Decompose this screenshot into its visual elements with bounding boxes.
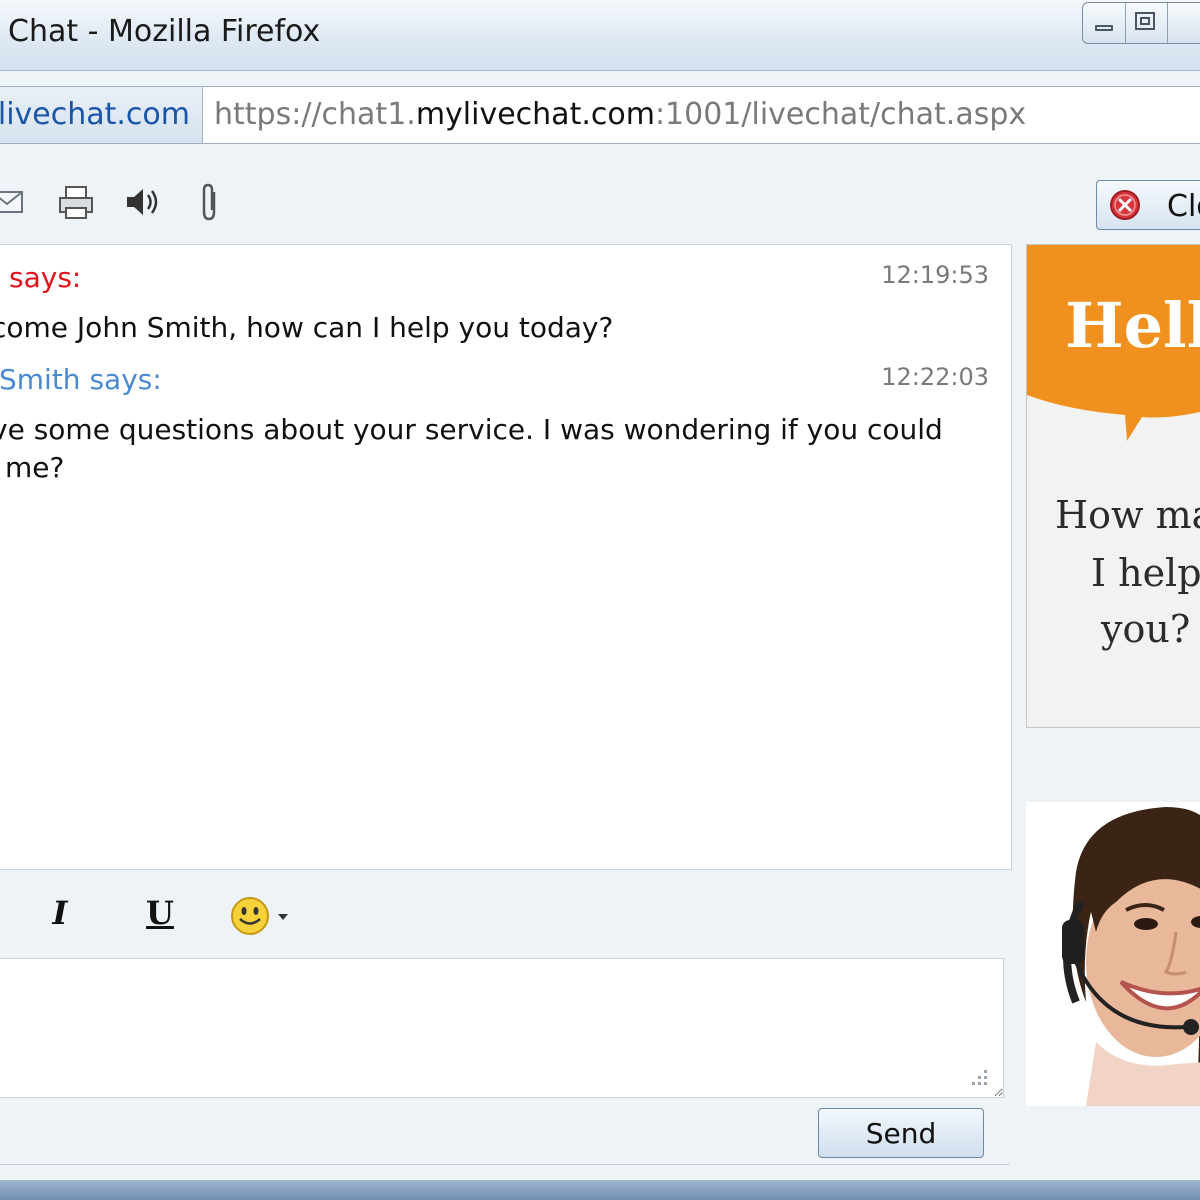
- send-button[interactable]: Send: [818, 1108, 984, 1158]
- site-identity-label: mylivechat.com: [0, 97, 190, 132]
- message-sender: Smith says:: [0, 363, 162, 396]
- message-text: ve some questions about your service. I …: [0, 413, 943, 446]
- email-icon[interactable]: [0, 182, 28, 222]
- promo-line-1: How may: [1055, 493, 1200, 537]
- underline-button[interactable]: U: [140, 894, 180, 938]
- window-title-bar: Chat - Mozilla Firefox: [0, 0, 1200, 71]
- chat-toolbar: Close: [0, 160, 1200, 242]
- maximize-button[interactable]: [1125, 3, 1168, 43]
- message-header: says: 12:19:53: [0, 261, 999, 297]
- url-host: mylivechat.com: [415, 97, 655, 132]
- message-text: come John Smith, how can I help you toda…: [0, 311, 614, 344]
- print-icon[interactable]: [56, 182, 96, 222]
- speaker-icon[interactable]: [122, 182, 162, 222]
- message-text: me?: [5, 451, 65, 484]
- message-input[interactable]: [0, 958, 1004, 1098]
- paperclip-icon[interactable]: [190, 182, 230, 222]
- promo-line-3: you?: [1101, 607, 1191, 651]
- window-controls: [1082, 2, 1200, 44]
- minimize-icon: [1095, 25, 1113, 31]
- promo-panel: Hello How may I help you?: [1026, 244, 1200, 728]
- smiley-icon: [231, 897, 288, 935]
- divider: [0, 1164, 1010, 1165]
- agent-photo: [1026, 802, 1200, 1106]
- maximize-icon: [1135, 12, 1155, 30]
- format-toolbar: I U: [0, 880, 1010, 952]
- url-suffix: :1001/livechat/chat.aspx: [654, 97, 1027, 132]
- window-bottom-border: [0, 1180, 1200, 1200]
- message-sender: says:: [9, 261, 82, 294]
- message-time: 12:22:03: [881, 363, 989, 391]
- address-bar[interactable]: mylivechat.com https://chat1.mylivechat.…: [0, 86, 1200, 144]
- window-title: Chat - Mozilla Firefox: [8, 14, 321, 49]
- resize-grip-icon[interactable]: [966, 1066, 990, 1090]
- promo-hello: Hello: [1065, 289, 1200, 362]
- chat-log[interactable]: says: 12:19:53 come John Smith, how can …: [0, 244, 1012, 870]
- message-header: Smith says: 12:22:03: [0, 363, 999, 399]
- message-time: 12:19:53: [881, 261, 989, 289]
- italic-button[interactable]: I: [40, 894, 80, 938]
- emoticon-button[interactable]: [228, 894, 296, 938]
- site-identity-button[interactable]: mylivechat.com: [0, 87, 203, 143]
- promo-line-2: I help: [1091, 551, 1200, 595]
- close-icon: [1110, 190, 1140, 220]
- url-prefix: https://chat1.: [214, 97, 416, 132]
- close-chat-button[interactable]: Close: [1096, 180, 1200, 230]
- chevron-down-icon: [278, 914, 288, 920]
- url-field[interactable]: https://chat1.mylivechat.com:1001/livech…: [214, 97, 1026, 132]
- minimize-button[interactable]: [1083, 3, 1126, 43]
- close-button-label: Close: [1167, 189, 1200, 224]
